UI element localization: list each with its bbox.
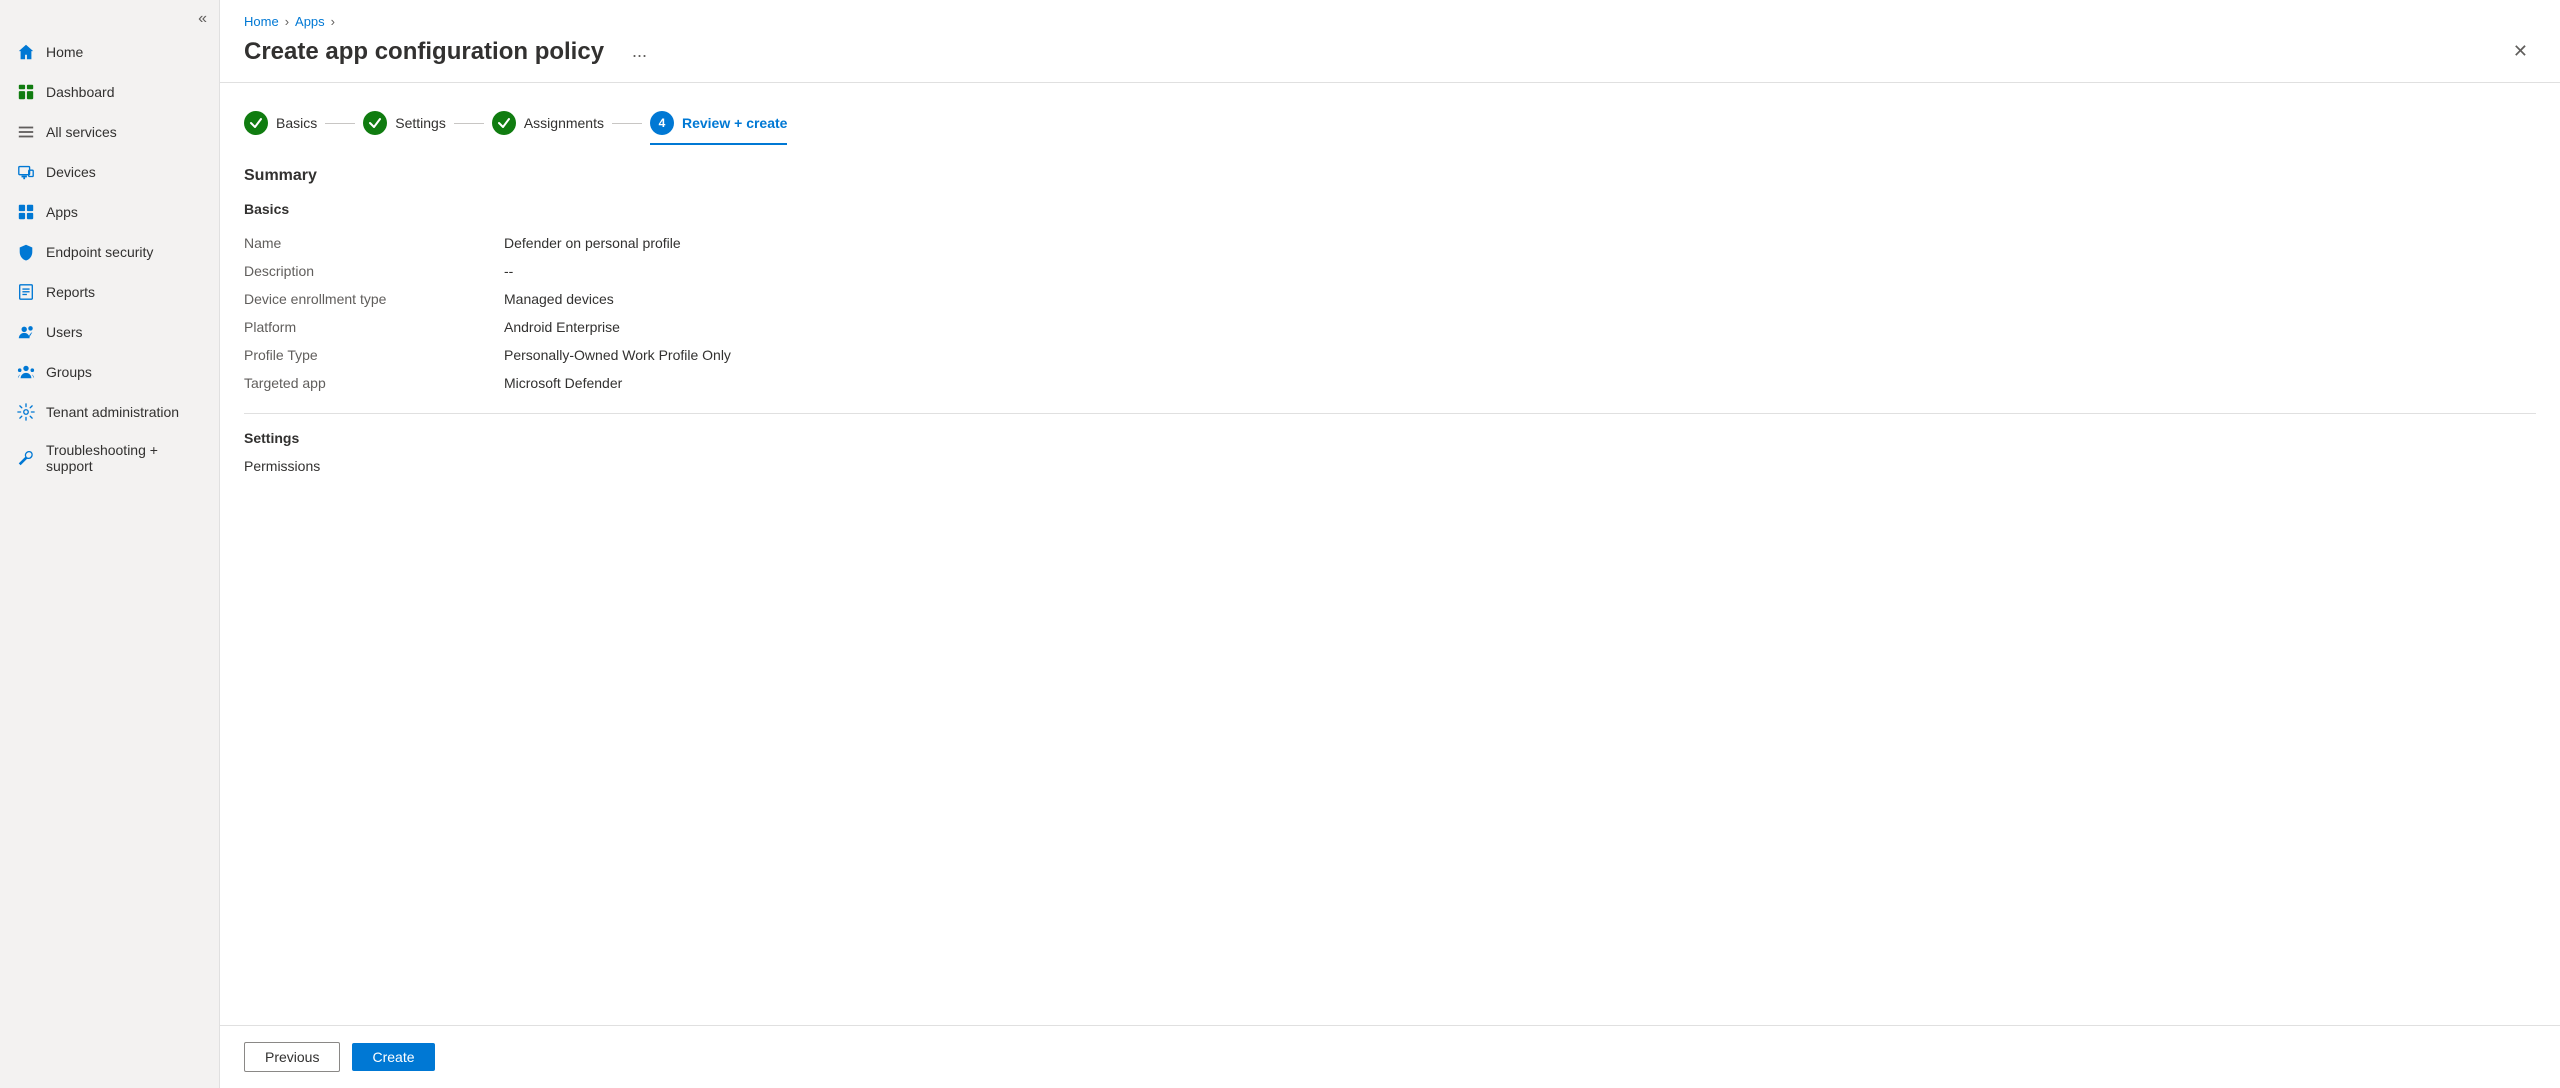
value-platform: Android Enterprise <box>504 319 620 335</box>
detail-row-profile-type: Profile Type Personally-Owned Work Profi… <box>244 341 2536 369</box>
detail-row-platform: Platform Android Enterprise <box>244 313 2536 341</box>
wrench-icon <box>16 448 36 468</box>
footer: Previous Create <box>220 1025 2560 1088</box>
close-button[interactable]: ✕ <box>2505 37 2536 66</box>
step-separator-2 <box>454 123 484 124</box>
breadcrumb: Home › Apps › <box>220 0 2560 29</box>
label-profile-type: Profile Type <box>244 347 504 363</box>
ellipsis-button[interactable]: ... <box>624 37 655 66</box>
sidebar-item-users[interactable]: Users <box>0 312 219 352</box>
content-area: Summary Basics Name Defender on personal… <box>220 143 2560 1025</box>
sidebar: « Home Dashboard All services Devices Ap… <box>0 0 220 1088</box>
step-basics-label: Basics <box>276 115 317 131</box>
value-enrollment-type: Managed devices <box>504 291 614 307</box>
permissions-label: Permissions <box>244 458 2536 474</box>
devices-icon <box>16 162 36 182</box>
create-button[interactable]: Create <box>352 1043 434 1071</box>
step-settings-label: Settings <box>395 115 446 131</box>
gear-icon <box>16 402 36 422</box>
step-assignments-label: Assignments <box>524 115 604 131</box>
users-icon <box>16 322 36 342</box>
value-description: -- <box>504 263 513 279</box>
settings-subtitle: Settings <box>244 430 2536 446</box>
summary-section: Summary Basics Name Defender on personal… <box>244 167 2536 474</box>
step-review-create-label: Review + create <box>682 115 787 131</box>
label-platform: Platform <box>244 319 504 335</box>
detail-row-enrollment-type: Device enrollment type Managed devices <box>244 285 2536 313</box>
main-panel: Home › Apps › Create app configuration p… <box>220 0 2560 1088</box>
home-icon <box>16 42 36 62</box>
label-enrollment-type: Device enrollment type <box>244 291 504 307</box>
basics-subtitle: Basics <box>244 201 2536 217</box>
summary-title: Summary <box>244 167 2536 185</box>
step-assignments-indicator <box>492 111 516 135</box>
sidebar-item-devices[interactable]: Devices <box>0 152 219 192</box>
step-basics[interactable]: Basics <box>244 103 317 143</box>
detail-row-targeted-app: Targeted app Microsoft Defender <box>244 369 2536 397</box>
step-review-create[interactable]: 4 Review + create <box>650 103 787 143</box>
step-separator-1 <box>325 123 355 124</box>
step-settings-indicator <box>363 111 387 135</box>
breadcrumb-separator-1: › <box>285 14 289 29</box>
label-targeted-app: Targeted app <box>244 375 504 391</box>
breadcrumb-home[interactable]: Home <box>244 14 279 29</box>
shield-icon <box>16 242 36 262</box>
step-settings[interactable]: Settings <box>363 103 446 143</box>
step-review-create-indicator: 4 <box>650 111 674 135</box>
value-name: Defender on personal profile <box>504 235 681 251</box>
detail-row-description: Description -- <box>244 257 2536 285</box>
sidebar-item-all-services[interactable]: All services <box>0 112 219 152</box>
page-header: Create app configuration policy ... ✕ <box>220 29 2560 83</box>
sidebar-collapse-button[interactable]: « <box>0 0 219 32</box>
step-active-bar <box>650 143 787 145</box>
detail-row-name: Name Defender on personal profile <box>244 229 2536 257</box>
sidebar-item-home[interactable]: Home <box>0 32 219 72</box>
value-targeted-app: Microsoft Defender <box>504 375 622 391</box>
section-divider <box>244 413 2536 414</box>
sidebar-item-endpoint-security[interactable]: Endpoint security <box>0 232 219 272</box>
dashboard-icon <box>16 82 36 102</box>
sidebar-item-tenant-administration[interactable]: Tenant administration <box>0 392 219 432</box>
breadcrumb-separator-2: › <box>331 14 335 29</box>
list-icon <box>16 122 36 142</box>
step-basics-indicator <box>244 111 268 135</box>
previous-button[interactable]: Previous <box>244 1042 340 1072</box>
sidebar-item-dashboard[interactable]: Dashboard <box>0 72 219 112</box>
groups-icon <box>16 362 36 382</box>
wizard-steps: Basics Settings Assignments 4 Review + c… <box>220 83 2560 143</box>
page-header-actions: ... <box>624 37 655 66</box>
sidebar-item-groups[interactable]: Groups <box>0 352 219 392</box>
sidebar-item-troubleshooting[interactable]: Troubleshooting + support <box>0 432 219 484</box>
sidebar-item-apps[interactable]: Apps <box>0 192 219 232</box>
step-assignments[interactable]: Assignments <box>492 103 604 143</box>
label-name: Name <box>244 235 504 251</box>
label-description: Description <box>244 263 504 279</box>
breadcrumb-apps[interactable]: Apps <box>295 14 325 29</box>
page-title: Create app configuration policy <box>244 38 604 66</box>
step-separator-3 <box>612 123 642 124</box>
apps-icon <box>16 202 36 222</box>
value-profile-type: Personally-Owned Work Profile Only <box>504 347 731 363</box>
reports-icon <box>16 282 36 302</box>
sidebar-item-reports[interactable]: Reports <box>0 272 219 312</box>
